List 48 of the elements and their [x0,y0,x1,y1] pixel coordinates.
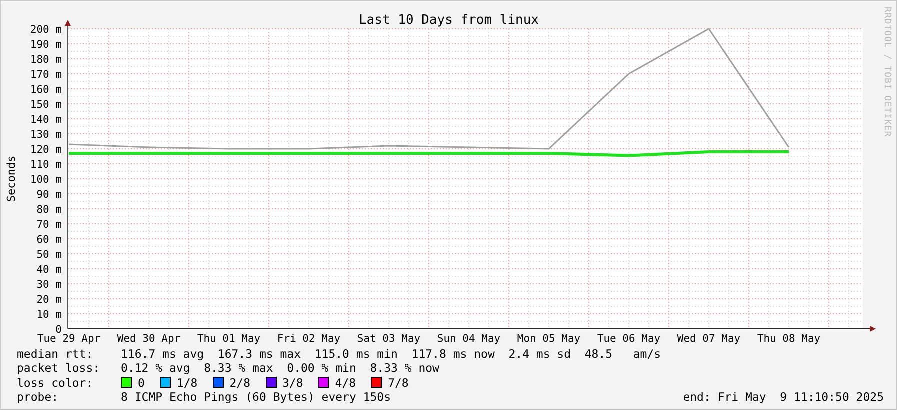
legend-text: 116.7 ms avg 167.3 ms max 115.0 ms min 117.8 ms now 2.4 ms sd 48.5 am/s [121,347,662,362]
legend-text: 0 [138,376,145,390]
tick-label: Thu 01 May [197,333,261,345]
legend-text: 7/8 [388,376,409,390]
tick-label: 90 m [36,189,62,201]
legend-label: probe: [17,390,60,404]
chart-title: Last 10 Days from linux [359,13,539,28]
legend-text: 8 ICMP Echo Pings (60 Bytes) every 150s [121,390,392,404]
legend-text: 4/8 [335,376,356,390]
tick-label: 50 m [36,249,62,261]
tick-label: Fri 02 May [277,333,341,345]
tick-label: Thu 08 May [757,333,821,345]
tick-label: 200 m [30,24,62,36]
axis-title: Seconds [5,156,18,202]
legend-label: median rtt: [17,347,94,362]
tick-label: Tue 29 Apr [37,333,101,345]
legend-text: 1/8 [176,376,198,390]
legend-text: 3/8 [282,376,304,390]
tick-label: 10 m [36,309,62,321]
tick-label: Wed 07 May [677,333,741,345]
tick-label: 80 m [36,204,62,216]
tick-label: 130 m [30,129,62,141]
tick-label: Sun 04 May [437,333,501,345]
tick-label: Tue 06 May [597,333,661,345]
legend-text: 0.12 % avg 8.33 % max 0.00 % min 8.33 % now [121,361,440,376]
tick-label: 170 m [30,69,62,81]
tick-label: Mon 05 May [517,333,581,345]
tick-label: Sat 03 May [357,333,421,345]
end-time: end: Fri May 9 11:10:50 2025 [683,390,884,404]
tick-label: 150 m [30,99,62,111]
tick-label: 120 m [30,144,62,156]
tick-label: 100 m [30,174,62,186]
tick-label: 180 m [30,54,62,66]
tick-label: Wed 30 Apr [117,333,181,345]
tick-label: 110 m [30,159,62,171]
tick-label: 30 m [36,279,62,291]
tick-label: 140 m [30,114,62,126]
tick-label: 40 m [36,264,62,276]
tick-label: 20 m [36,294,62,306]
legend-text: 2/8 [230,376,250,390]
legend-label: loss color: [17,376,94,390]
legend-label: packet loss: [17,361,102,376]
watermark-text: RRDTOOL / TOBI OETIKER [882,7,892,138]
tick-label: 160 m [30,84,62,96]
tick-label: 60 m [36,234,62,246]
tick-label: 70 m [36,219,62,231]
tick-label: 190 m [30,39,62,51]
tick-label: 0 [56,324,62,336]
